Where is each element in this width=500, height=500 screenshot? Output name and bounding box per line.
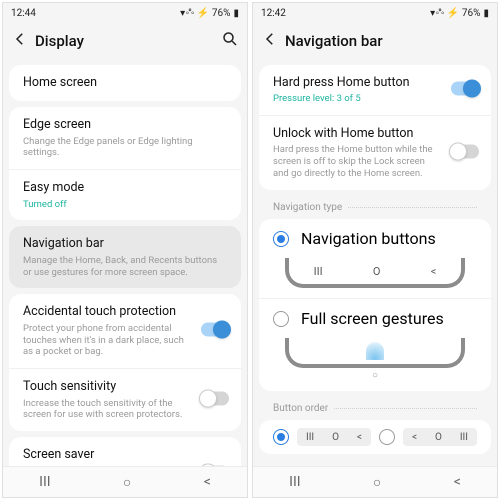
- sysnav-recents[interactable]: III: [289, 474, 300, 490]
- switch-touch-sensitivity[interactable]: [201, 392, 229, 406]
- row-unlock-home[interactable]: Unlock with Home button Hard press the H…: [259, 115, 491, 190]
- system-nav-bar: III ○ <: [253, 466, 497, 497]
- nav-home-icon: O: [373, 265, 381, 278]
- radio-nav-buttons[interactable]: Navigation buttons: [259, 219, 491, 258]
- battery-pct: 76%: [462, 8, 481, 19]
- row-hard-press[interactable]: Hard press Home button Pressure level: 3…: [259, 65, 491, 115]
- preview-gestures: ○: [285, 338, 466, 381]
- sysnav-recents[interactable]: III: [39, 474, 50, 490]
- gesture-pill-icon: [366, 342, 384, 360]
- page-title: Navigation bar: [285, 32, 383, 50]
- button-order-options: III O < < O III: [259, 420, 491, 454]
- back-icon[interactable]: [261, 30, 279, 52]
- display-settings-screen: 12:44 ▾ ◦°◦ ⚡ 76% ▮ Display Home screen: [2, 2, 248, 498]
- status-bar: 12:44 ▾ ◦°◦ ⚡ 76% ▮: [3, 3, 247, 23]
- battery-icon: ▮: [483, 8, 489, 19]
- page-title: Display: [35, 32, 84, 50]
- gesture-indicator-icon: ○: [285, 370, 466, 381]
- radio-full-screen-gestures[interactable]: Full screen gestures: [259, 298, 491, 338]
- sysnav-home[interactable]: ○: [373, 474, 381, 491]
- status-time: 12:42: [261, 8, 286, 19]
- navigation-bar-screen: 12:42 ▾ ◦°◦ ⚡ 76% ▮ Navigation bar Hard …: [252, 2, 498, 498]
- status-time: 12:44: [11, 8, 36, 19]
- row-edge-screen[interactable]: Edge screen Change the Edge panels or Ed…: [9, 107, 241, 169]
- radio-order-a[interactable]: [273, 429, 289, 445]
- row-navigation-bar[interactable]: Navigation bar Manage the Home, Back, an…: [9, 226, 241, 288]
- radio-icon[interactable]: [273, 311, 289, 327]
- search-icon[interactable]: [221, 30, 239, 52]
- battery-icon: ▮: [233, 8, 239, 19]
- sysnav-back[interactable]: <: [454, 474, 461, 490]
- app-bar: Navigation bar: [253, 23, 497, 59]
- signal-icon: ▾ ◦°◦: [180, 8, 193, 19]
- order-b-preview[interactable]: < O III: [403, 428, 477, 446]
- row-touch-sensitivity[interactable]: Touch sensitivity Increase the touch sen…: [9, 368, 241, 431]
- navbar-settings-list: Hard press Home button Pressure level: 3…: [253, 59, 497, 466]
- wifi-icon: ⚡: [196, 8, 208, 19]
- row-screen-saver[interactable]: Screen saver Show a screensaver after th…: [9, 437, 241, 466]
- order-a-preview[interactable]: III O <: [297, 428, 371, 446]
- row-home-screen[interactable]: Home screen: [9, 65, 241, 101]
- settings-list: Home screen Edge screen Change the Edge …: [3, 59, 247, 466]
- radio-order-b[interactable]: [379, 429, 395, 445]
- status-bar: 12:42 ▾ ◦°◦ ⚡ 76% ▮: [253, 3, 497, 23]
- row-easy-mode[interactable]: Easy mode Turned off: [9, 169, 241, 220]
- sysnav-back[interactable]: <: [204, 474, 211, 490]
- app-bar: Display: [3, 23, 247, 59]
- radio-icon[interactable]: [273, 231, 289, 247]
- nav-recents-icon: III: [314, 265, 323, 278]
- section-button-order: Button order: [259, 397, 491, 414]
- switch-hard-press[interactable]: [451, 82, 479, 96]
- signal-icon: ▾ ◦°◦: [430, 8, 443, 19]
- nav-back-icon: <: [431, 265, 437, 278]
- switch-unlock-home[interactable]: [451, 145, 479, 159]
- system-nav-bar: III ○ <: [3, 466, 247, 497]
- sysnav-home[interactable]: ○: [123, 474, 131, 491]
- section-navigation-type: Navigation type: [259, 196, 491, 213]
- wifi-icon: ⚡: [446, 8, 458, 19]
- battery-pct: 76%: [212, 8, 231, 19]
- row-accidental-touch[interactable]: Accidental touch protection Protect your…: [9, 294, 241, 368]
- preview-nav-buttons: III O <: [285, 258, 466, 288]
- back-icon[interactable]: [11, 30, 29, 52]
- switch-accidental-touch[interactable]: [201, 323, 229, 337]
